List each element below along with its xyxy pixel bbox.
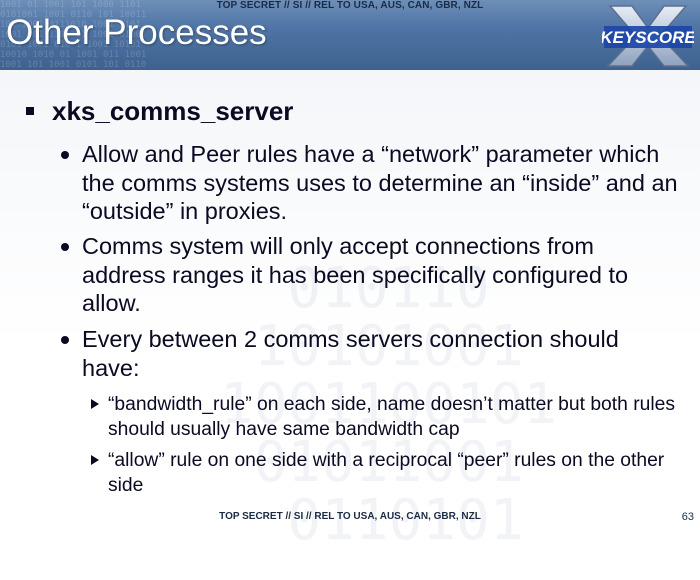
bullet-item: Allow and Peer rules have a “network” pa…: [61, 140, 682, 226]
square-bullet-icon: [26, 107, 34, 115]
bullet-item: Every between 2 comms servers connection…: [61, 325, 682, 382]
heading-text: xks_comms_server: [52, 96, 294, 126]
round-bullet-icon: [61, 151, 69, 159]
round-bullet-icon: [61, 243, 69, 251]
logo-text: KEYSCORE: [602, 28, 694, 47]
bullet-text: Comms system will only accept connection…: [82, 233, 629, 316]
sub-bullet-text: “bandwidth_rule” on each side, name does…: [108, 394, 675, 440]
page-title: Other Processes: [6, 13, 267, 52]
sub-bullet-item: “bandwidth_rule” on each side, name does…: [91, 392, 693, 442]
classification-footer: TOP SECRET // SI // REL TO USA, AUS, CAN…: [219, 511, 481, 522]
triangle-bullet-icon: [91, 399, 99, 409]
bullet-text: Allow and Peer rules have a “network” pa…: [82, 141, 678, 224]
triangle-bullet-icon: [91, 455, 99, 465]
bullet-item: Comms system will only accept connection…: [61, 232, 682, 318]
bullet-text: Every between 2 comms servers connection…: [82, 326, 619, 381]
classification-header: TOP SECRET // SI // REL TO USA, AUS, CAN…: [216, 0, 484, 11]
sub-bullet-text: “allow” rule on one side with a reciproc…: [108, 450, 665, 496]
page-number: 63: [681, 511, 694, 523]
sub-bullet-item: “allow” rule on one side with a reciproc…: [91, 448, 693, 498]
round-bullet-icon: [61, 336, 69, 344]
